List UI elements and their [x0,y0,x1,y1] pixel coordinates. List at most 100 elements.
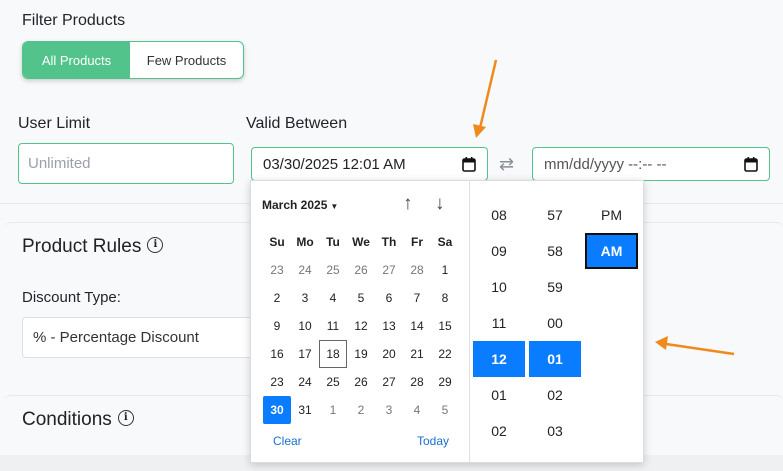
calendar-day[interactable]: 4 [403,396,431,424]
next-month-arrow-icon[interactable]: ↓ [435,193,445,215]
minute-option[interactable]: 03 [529,413,581,449]
calendar-day[interactable]: 12 [347,312,375,340]
minute-option[interactable]: 02 [529,377,581,413]
minute-option[interactable]: 57 [529,197,581,233]
calendar-day[interactable]: 20 [375,340,403,368]
discount-type-label: Discount Type: [22,289,121,306]
calendar-day[interactable]: 1 [319,396,347,424]
info-icon[interactable]: i [117,409,134,426]
weekday-label: Mo [296,235,314,249]
calendar-day[interactable]: 26 [347,256,375,284]
calendar-day[interactable]: 13 [375,312,403,340]
calendar-day[interactable]: 28 [403,256,431,284]
all-products-button[interactable]: All Products [23,42,130,78]
calendar-day[interactable]: 29 [431,368,459,396]
calendar-day[interactable]: 7 [403,284,431,312]
calendar-day[interactable]: 22 [431,340,459,368]
calendar-day[interactable]: 4 [319,284,347,312]
filter-products-label: Filter Products [22,12,126,29]
valid-from-value: 03/30/2025 12:01 AM [263,155,406,173]
calendar-day[interactable]: 5 [347,284,375,312]
ampm-option[interactable]: PM [585,197,638,233]
info-icon[interactable]: i [147,236,164,253]
hour-option[interactable]: 01 [473,377,525,413]
hour-option[interactable]: 11 [473,305,525,341]
weekday-label: Th [381,235,397,249]
calendar-day[interactable]: 6 [375,284,403,312]
calendar-day[interactable]: 1 [431,256,459,284]
picker-divider [469,181,470,462]
calendar-day[interactable]: 28 [403,368,431,396]
caret-down-icon: ▼ [330,202,339,211]
calendar-day[interactable]: 24 [291,368,319,396]
calendar-day[interactable]: 9 [263,312,291,340]
hour-option[interactable]: 02 [473,413,525,449]
minute-option[interactable]: 59 [529,269,581,305]
valid-between-label: Valid Between [246,115,348,132]
calendar-grid: Su Mo Tu We Th Fr Sa 23 24 25 26 27 28 1 2 3 4 5 6 7 8 9 10 11 1… [263,228,459,424]
minute-option[interactable]: 00 [529,305,581,341]
calendar-day[interactable]: 2 [347,396,375,424]
hour-option[interactable]: 12 [473,341,525,377]
month-year-label: March 2025 [262,198,328,212]
calendar-day[interactable]: 26 [347,368,375,396]
calendar-pane: March 2025 ▼ ↑ ↓ Su Mo Tu We Th Fr Sa 23 24 25 26 27… [251,181,469,462]
calendar-day[interactable]: 18 [319,340,347,368]
calendar-day[interactable]: 23 [263,256,291,284]
calendar-day[interactable]: 11 [319,312,347,340]
minutes-column: 57 58 59 00 01 02 03 [529,197,581,449]
calendar-icon[interactable] [744,156,758,172]
calendar-day[interactable]: 3 [291,284,319,312]
weekday-label: Su [269,235,285,249]
valid-to-input[interactable]: mm/dd/yyyy --:-- -- [532,147,770,181]
calendar-day[interactable]: 15 [431,312,459,340]
ampm-option[interactable]: AM [585,233,638,269]
calendar-week-row: 2345678 [263,284,459,312]
calendar-day[interactable]: 14 [403,312,431,340]
hour-option[interactable]: 08 [473,197,525,233]
calendar-day[interactable]: 31 [291,396,319,424]
hour-option[interactable]: 09 [473,233,525,269]
clear-button[interactable]: Clear [273,434,302,448]
calendar-day[interactable]: 5 [431,396,459,424]
calendar-day[interactable]: 17 [291,340,319,368]
user-limit-input[interactable]: Unlimited [18,143,234,184]
few-products-button[interactable]: Few Products [130,42,243,78]
calendar-day[interactable]: 24 [291,256,319,284]
valid-to-placeholder: mm/dd/yyyy --:-- -- [544,155,667,173]
calendar-day[interactable]: 21 [403,340,431,368]
swap-arrows-icon: ⇄ [499,154,515,174]
today-button[interactable]: Today [417,434,449,448]
calendar-day[interactable]: 23 [263,368,291,396]
calendar-day[interactable]: 27 [375,256,403,284]
previous-month-arrow-icon[interactable]: ↑ [403,193,413,215]
conditions-title: Conditions [22,409,112,430]
weekday-label: Tu [326,235,340,249]
user-limit-label: User Limit [18,115,91,132]
calendar-day[interactable]: 2 [263,284,291,312]
calendar-week-row: 23 24 25 26 27 28 29 [263,368,459,396]
calendar-week-row: 16 17 18 19 20 21 22 [263,340,459,368]
calendar-week-row: 9 10 11 12 13 14 15 [263,312,459,340]
calendar-day[interactable]: 8 [431,284,459,312]
weekday-label: Fr [411,235,423,249]
calendar-day[interactable]: 19 [347,340,375,368]
calendar-day[interactable]: 25 [319,368,347,396]
conditions-heading: Conditions i [22,409,134,431]
valid-from-input[interactable]: 03/30/2025 12:01 AM [251,147,488,181]
filter-toggle-group: All Products Few Products [22,41,244,79]
calendar-day[interactable]: 25 [319,256,347,284]
calendar-day[interactable]: 16 [263,340,291,368]
hour-option[interactable]: 10 [473,269,525,305]
calendar-day[interactable]: 30 [263,396,291,424]
calendar-week-row: 23 24 25 26 27 28 1 [263,256,459,284]
calendar-day[interactable]: 10 [291,312,319,340]
month-year-dropdown[interactable]: March 2025 ▼ [262,198,338,212]
calendar-day[interactable]: 3 [375,396,403,424]
minute-option[interactable]: 01 [529,341,581,377]
calendar-footer: Clear Today [273,434,449,448]
datetime-picker-popup: March 2025 ▼ ↑ ↓ Su Mo Tu We Th Fr Sa 23 24 25 26 27… [250,180,644,463]
calendar-icon[interactable] [462,156,476,172]
calendar-day[interactable]: 27 [375,368,403,396]
minute-option[interactable]: 58 [529,233,581,269]
